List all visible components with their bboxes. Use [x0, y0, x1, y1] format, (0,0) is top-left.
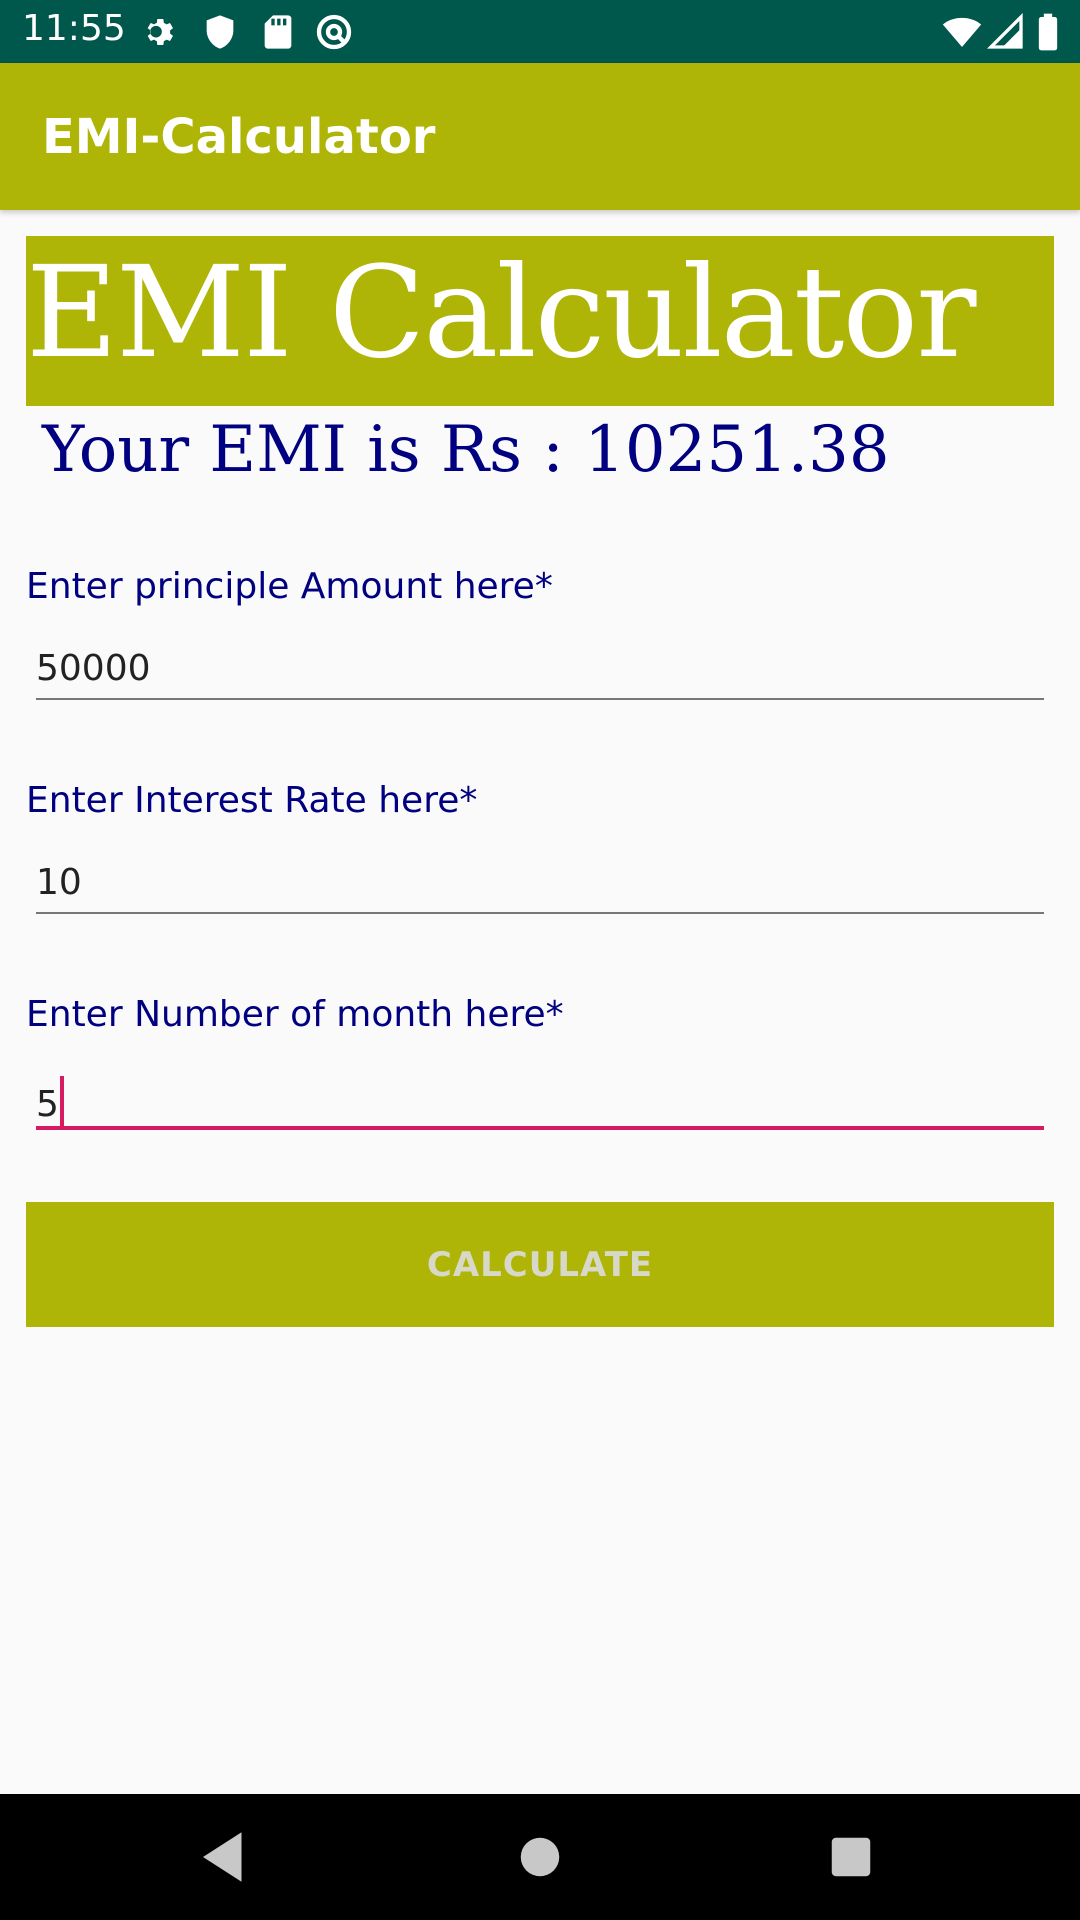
- banner-title: EMI Calculator: [26, 239, 976, 386]
- status-time: 11:55: [22, 8, 126, 49]
- sd-card-icon: [258, 12, 298, 52]
- interest-rate-label: Enter Interest Rate here*: [26, 780, 478, 821]
- calculate-button[interactable]: CALCULATE: [26, 1202, 1054, 1327]
- status-bar: 11:55: [0, 0, 1080, 63]
- months-value-wrap: 5: [36, 1076, 64, 1126]
- back-icon[interactable]: [192, 1824, 258, 1890]
- at-sign-icon: [314, 12, 354, 52]
- months-input[interactable]: 5: [36, 1072, 1044, 1130]
- battery-icon: [1034, 12, 1074, 52]
- interest-rate-value: 10: [36, 862, 82, 903]
- principal-value: 50000: [36, 648, 151, 689]
- home-icon[interactable]: [507, 1824, 573, 1890]
- interest-rate-input[interactable]: 10: [36, 858, 1044, 914]
- recents-icon[interactable]: [818, 1824, 884, 1890]
- app-bar: EMI-Calculator: [0, 63, 1080, 210]
- principal-input[interactable]: 50000: [36, 644, 1044, 700]
- text-cursor: [59, 1076, 64, 1126]
- emi-result: Your EMI is Rs : 10251.38: [42, 413, 890, 487]
- gear-icon: [140, 12, 180, 52]
- principal-label: Enter principle Amount here*: [26, 566, 553, 607]
- signal-icon: [986, 12, 1026, 52]
- navigation-bar: [0, 1794, 1080, 1920]
- wifi-icon: [942, 12, 982, 52]
- months-value: 5: [36, 1084, 59, 1125]
- title-banner: EMI Calculator: [26, 236, 1054, 406]
- months-label: Enter Number of month here*: [26, 994, 564, 1035]
- shield-icon: [200, 12, 240, 52]
- app-title: EMI-Calculator: [42, 109, 436, 165]
